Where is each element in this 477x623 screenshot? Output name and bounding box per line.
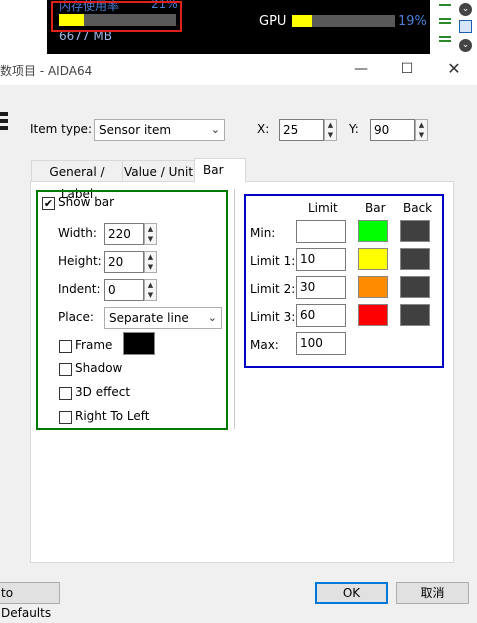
limit-row-label: Limit 2: [250, 282, 296, 296]
back-column-header: Back [403, 201, 433, 215]
chevron-down-icon: ⌄ [210, 123, 220, 136]
gpu-usage-bar-fill [292, 15, 312, 27]
place-select[interactable]: Separate line ⌄ [104, 307, 222, 329]
picture-icon[interactable] [459, 20, 472, 33]
height-input[interactable]: 20 [104, 251, 144, 273]
frame-color-swatch[interactable] [123, 332, 155, 355]
x-label: X: [257, 122, 270, 136]
chevron-down-icon: ⌄ [207, 311, 217, 324]
menu-icon [0, 112, 8, 116]
menu-icon-line [0, 126, 8, 130]
spin-down-icon[interactable]: ▼ [145, 262, 156, 272]
limit1-input[interactable]: 10 [296, 248, 346, 271]
spin-up-icon[interactable]: ▲ [325, 120, 336, 130]
list-icon[interactable] [439, 22, 451, 38]
highlight-box [51, 1, 182, 32]
limit2-input[interactable]: 30 [296, 276, 346, 299]
spin-down-icon[interactable]: ▼ [416, 130, 427, 140]
chevron-down-icon[interactable]: ⌄ [459, 3, 472, 16]
height-label: Height: [58, 254, 102, 268]
separator-line [234, 189, 235, 429]
width-label: Width: [58, 226, 97, 240]
frame-label: Frame [75, 338, 113, 352]
right-to-left-label: Right To Left [75, 409, 150, 423]
limit3-back-color[interactable] [400, 304, 430, 326]
limit-column-header: Limit [308, 201, 338, 215]
dialog-title: 数项目 - AIDA64 [0, 64, 93, 78]
limit-row-label: Min: [250, 226, 276, 240]
item-type-select[interactable]: Sensor item ⌄ [94, 119, 225, 141]
side-toolbar: ⌄ ⌄ [433, 0, 477, 56]
item-type-label: Item type: [30, 122, 92, 136]
place-value: Separate line [109, 311, 189, 325]
spin-up-icon[interactable]: ▲ [416, 120, 427, 130]
tab-general-label[interactable]: General / Label [31, 160, 123, 201]
max-input[interactable]: 100 [296, 332, 346, 355]
limit-row-label: Limit 3: [250, 310, 296, 324]
indent-spinner[interactable]: ▲ ▼ [144, 279, 157, 301]
effect-3d-label: 3D effect [75, 385, 131, 399]
tab-label: Value / Unit [123, 165, 194, 179]
y-spinner[interactable]: ▲ ▼ [415, 119, 428, 141]
right-to-left-checkbox[interactable] [59, 411, 72, 424]
minimize-button[interactable]: — [349, 58, 373, 80]
ok-button[interactable]: OK [315, 582, 388, 604]
width-input[interactable]: 220 [104, 223, 144, 245]
item-type-value: Sensor item [99, 123, 172, 137]
x-spinner[interactable]: ▲ ▼ [324, 119, 337, 141]
menu-icon-line [0, 119, 8, 123]
list-icon[interactable] [439, 4, 451, 20]
maximize-button[interactable]: ☐ [395, 58, 419, 80]
height-spinner[interactable]: ▲ ▼ [144, 251, 157, 273]
effect-3d-checkbox[interactable] [59, 387, 72, 400]
title-bar: 数项目 - AIDA64 — ☐ ✕ [0, 54, 477, 85]
spin-up-icon[interactable]: ▲ [145, 224, 156, 234]
y-label: Y: [349, 122, 359, 136]
bar-column-header: Bar [365, 201, 386, 215]
min-input[interactable] [296, 220, 346, 243]
spin-up-icon[interactable]: ▲ [145, 252, 156, 262]
spin-up-icon[interactable]: ▲ [145, 280, 156, 290]
y-input[interactable]: 90 [370, 119, 415, 141]
tab-label: Bar [203, 163, 224, 177]
chevron-down-icon[interactable]: ⌄ [459, 39, 472, 52]
reset-to-defaults-button[interactable]: to Defaults [0, 582, 60, 620]
frame-checkbox[interactable] [59, 340, 72, 353]
gpu-usage-percent: 19% [398, 14, 427, 29]
x-input[interactable]: 25 [279, 119, 324, 141]
edit-item-dialog: 数项目 - AIDA64 — ☐ ✕ Item type: Sensor ite… [0, 54, 477, 620]
show-bar-checkbox[interactable]: ✔ [42, 197, 55, 210]
shadow-label: Shadow [75, 361, 123, 375]
shadow-checkbox[interactable] [59, 363, 72, 376]
limit3-bar-color[interactable] [358, 304, 388, 326]
limit2-back-color[interactable] [400, 276, 430, 298]
limit2-bar-color[interactable] [358, 276, 388, 298]
spin-down-icon[interactable]: ▼ [145, 290, 156, 300]
indent-label: Indent: [58, 282, 101, 296]
cancel-button[interactable]: 取消 [396, 582, 469, 604]
limit-row-label: Limit 1: [250, 254, 296, 268]
show-bar-label: Show bar [58, 195, 115, 209]
tab-value-unit[interactable]: Value / Unit [122, 160, 195, 182]
gpu-label: GPU [259, 14, 287, 29]
dialog-body: Item type: Sensor item ⌄ X: 25 ▲ ▼ Y: 90 … [0, 85, 477, 620]
limit1-bar-color[interactable] [358, 248, 388, 270]
place-label: Place: [58, 310, 94, 324]
width-spinner[interactable]: ▲ ▼ [144, 223, 157, 245]
indent-input[interactable]: 0 [104, 279, 144, 301]
tab-bar[interactable]: Bar [194, 158, 246, 182]
gpu-usage-bar [292, 15, 395, 27]
close-button[interactable]: ✕ [442, 58, 466, 80]
spin-down-icon[interactable]: ▼ [145, 234, 156, 244]
limit1-back-color[interactable] [400, 248, 430, 270]
spin-down-icon[interactable]: ▼ [325, 130, 336, 140]
limit3-input[interactable]: 60 [296, 304, 346, 327]
max-label: Max: [250, 338, 279, 352]
min-back-color[interactable] [400, 220, 430, 242]
min-bar-color[interactable] [358, 220, 388, 242]
